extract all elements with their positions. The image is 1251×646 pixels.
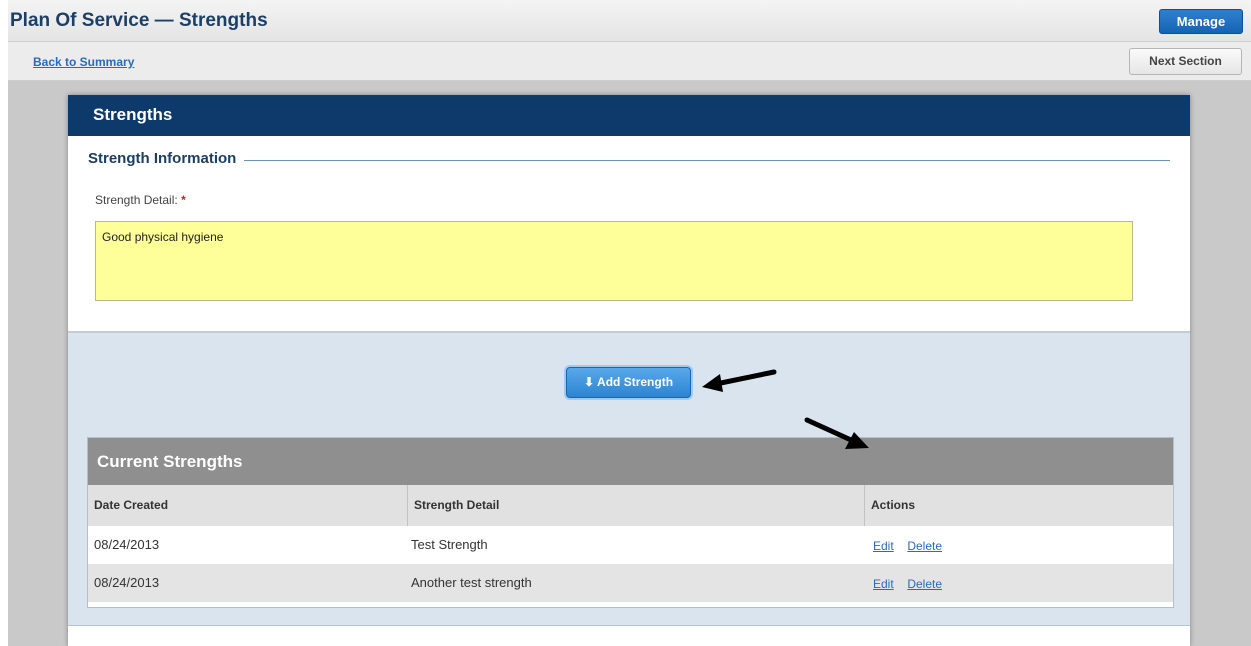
section-title: Strength Information [88, 150, 245, 167]
column-header-actions: Actions [865, 485, 1173, 526]
add-strength-label: Add Strength [597, 375, 674, 389]
black-arrow-icon [804, 417, 869, 449]
strength-detail-textarea[interactable]: Good physical hygiene [95, 221, 1133, 301]
app-frame: Plan Of Service — Strengths Manage Back … [8, 0, 1251, 646]
column-header-strength-detail: Strength Detail [408, 485, 865, 526]
row-detail: Test Strength [411, 537, 488, 552]
delete-link[interactable]: Delete [907, 577, 942, 591]
row-date: 08/24/2013 [94, 575, 160, 590]
edit-link[interactable]: Edit [873, 577, 894, 591]
strength-detail-label-text: Strength Detail: [95, 193, 178, 207]
strengths-panel: Strengths Strength Information Strength … [68, 95, 1190, 646]
delete-link[interactable]: Delete [907, 539, 942, 553]
row-detail: Another test strength [411, 575, 532, 590]
panel-header: Strengths [68, 95, 1190, 136]
table-row: 08/24/2013 Another test strength Edit De… [88, 564, 1173, 602]
title-bar: Plan Of Service — Strengths Manage [8, 0, 1251, 42]
section-divider-line [88, 160, 1170, 161]
current-strengths-table: Current Strengths Date Created Strength … [87, 437, 1174, 608]
action-area: ⬇ Add Strength Current Strengths Date Cre… [68, 333, 1190, 626]
required-marker: * [181, 193, 186, 207]
table-row: 08/24/2013 Test Strength Edit Delete [88, 526, 1173, 564]
page-title: Plan Of Service — Strengths [10, 10, 268, 31]
next-section-button[interactable]: Next Section [1129, 48, 1242, 75]
table-title: Current Strengths [88, 438, 1173, 485]
panel-footer [68, 626, 1190, 646]
edit-link[interactable]: Edit [873, 539, 894, 553]
black-arrow-icon [702, 369, 777, 392]
row-date: 08/24/2013 [94, 537, 160, 552]
manage-button[interactable]: Manage [1159, 9, 1243, 34]
download-arrow-icon: ⬇ [583, 375, 595, 389]
back-to-summary-link[interactable]: Back to Summary [33, 55, 134, 69]
column-header-date-created: Date Created [88, 485, 408, 526]
add-strength-button[interactable]: ⬇ Add Strength [566, 367, 691, 398]
nav-bar: Back to Summary Next Section [8, 42, 1251, 81]
strength-detail-label: Strength Detail: * [95, 193, 186, 207]
